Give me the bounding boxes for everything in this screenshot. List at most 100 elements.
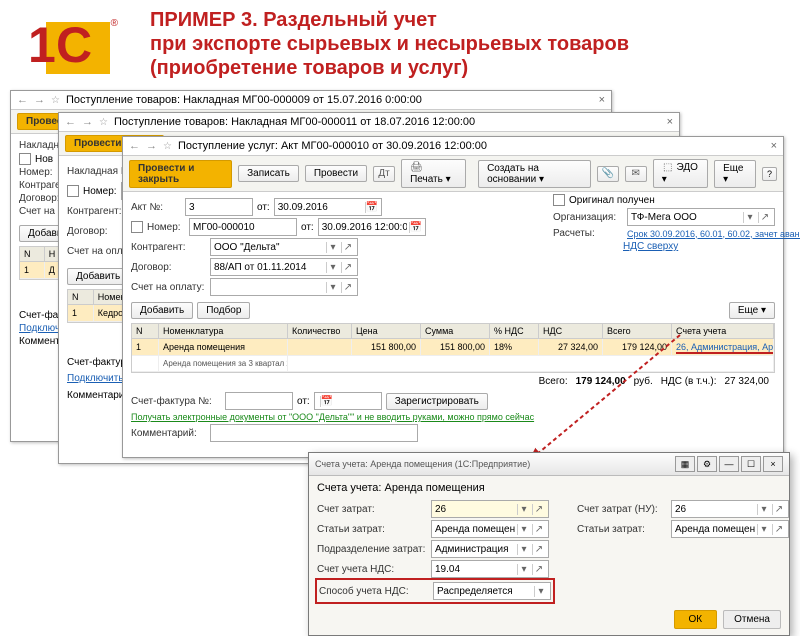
label: от: xyxy=(257,202,270,213)
star-icon[interactable]: ☆ xyxy=(51,95,60,106)
pick-button[interactable]: Подбор xyxy=(197,302,250,319)
edo-button[interactable]: ⬚ ЭДО ▾ xyxy=(653,159,708,188)
cell-pctnds: 18% xyxy=(490,339,539,355)
edo-promo-link[interactable]: Получать электронные документы от "ООО "… xyxy=(131,412,534,422)
number-field[interactable]: МГ00-000010 xyxy=(189,218,297,236)
nav-back-icon[interactable]: ← xyxy=(17,94,28,106)
number-date-field[interactable]: 30.09.2016 12:00:00📅 xyxy=(318,218,426,236)
cost-item-nu-field[interactable]: Аренда помещения▾↗ xyxy=(671,520,789,538)
calendar-icon[interactable]: 📅 xyxy=(365,202,378,213)
dropdown-icon[interactable]: ▾ xyxy=(326,282,339,293)
dropdown-icon[interactable]: ▾ xyxy=(743,212,756,223)
cost-account-nu-field[interactable]: 26▾↗ xyxy=(671,500,789,518)
sf-date-field[interactable]: 📅 xyxy=(314,392,382,410)
star-icon[interactable]: ☆ xyxy=(99,117,108,128)
table-row[interactable]: Аренда помещения за 3 квартал 2016 xyxy=(132,356,774,372)
dropdown-icon[interactable]: ▾ xyxy=(326,242,339,253)
mail-button[interactable]: ✉ xyxy=(625,166,647,182)
label: Подразделение затрат: xyxy=(317,544,427,555)
cell[interactable]: 1 xyxy=(20,262,45,278)
checkbox[interactable] xyxy=(67,185,79,197)
star-icon[interactable]: ☆ xyxy=(163,141,172,152)
act-no-field[interactable]: 3 xyxy=(185,198,253,216)
open-icon[interactable]: ↗ xyxy=(341,262,354,273)
minimize-icon[interactable]: — xyxy=(719,456,739,472)
vat-value: 27 324,00 xyxy=(725,376,770,387)
invoice-field[interactable]: ▾↗ xyxy=(210,278,358,296)
checkbox[interactable] xyxy=(19,153,31,165)
org-field[interactable]: ТФ-Мега ООО▾↗ xyxy=(627,208,775,226)
checkbox[interactable] xyxy=(131,221,143,233)
department-field[interactable]: Администрация▾↗ xyxy=(431,540,549,558)
add-button[interactable]: Добавить xyxy=(131,302,193,319)
cell-nom-desc: Аренда помещения за 3 квартал 2016 xyxy=(159,356,288,371)
original-checkbox[interactable] xyxy=(553,194,565,206)
nav-back-icon[interactable]: ← xyxy=(65,116,76,128)
cell-price: 151 800,00 xyxy=(352,339,421,355)
sf-no-field[interactable] xyxy=(225,392,293,410)
vat-account-field[interactable]: 19.04▾↗ xyxy=(431,560,549,578)
label: Счет затрат (НУ): xyxy=(577,504,667,515)
label: Статьи затрат: xyxy=(317,524,427,535)
nav-fwd-icon[interactable]: → xyxy=(34,94,45,106)
calendar-icon[interactable]: 📅 xyxy=(320,396,333,407)
help-button[interactable]: ? xyxy=(762,167,777,181)
table-row[interactable]: 1 Аренда помещения 151 800,00 151 800,00… xyxy=(132,339,774,356)
attach-button[interactable]: 📎 xyxy=(597,166,619,182)
popup-heading: Счета учета: Аренда помещения xyxy=(317,482,781,494)
create-basis-button[interactable]: Создать на основании ▾ xyxy=(478,160,591,188)
settlements-link[interactable]: Срок 30.09.2016, 60.01, 60.02, зачет ава… xyxy=(627,229,800,239)
col-nomenclature: Номенклатура xyxy=(159,324,288,338)
cost-account-field[interactable]: 26▾↗ xyxy=(431,500,549,518)
more-button[interactable]: Еще ▾ xyxy=(714,160,756,188)
open-icon[interactable]: ↗ xyxy=(341,242,354,253)
nav-fwd-icon[interactable]: → xyxy=(82,116,93,128)
label: Счет на оплату: xyxy=(131,282,206,293)
close-icon[interactable]: × xyxy=(763,456,783,472)
col-pctnds: % НДС xyxy=(490,324,539,338)
open-icon[interactable]: ↗ xyxy=(758,212,771,223)
close-icon[interactable]: × xyxy=(599,94,605,106)
label: Способ учета НДС: xyxy=(319,586,429,597)
vat-on-top-link[interactable]: НДС сверху xyxy=(623,241,678,252)
open-icon[interactable]: ↗ xyxy=(341,282,354,293)
close-icon[interactable]: × xyxy=(771,140,777,152)
tool-icon[interactable]: ⚙ xyxy=(697,456,717,472)
label: от: xyxy=(301,222,314,233)
label: Счет учета НДС: xyxy=(317,564,427,575)
save-button[interactable]: Записать xyxy=(238,165,299,182)
calendar-icon[interactable]: 📅 xyxy=(409,222,422,233)
mail-icon: ✉ xyxy=(630,168,642,180)
cell-nds: 27 324,00 xyxy=(539,339,603,355)
add-button[interactable]: Добавить xyxy=(67,268,129,285)
comment-field[interactable] xyxy=(210,424,418,442)
act-date-field[interactable]: 30.09.2016📅 xyxy=(274,198,382,216)
cost-item-field[interactable]: Аренда помещения▾↗ xyxy=(431,520,549,538)
nav-fwd-icon[interactable]: → xyxy=(146,140,157,152)
label: Счет-фактура №: xyxy=(131,396,221,407)
label: НДС (в т.ч.): xyxy=(661,376,717,387)
calc-icon[interactable]: ▦ xyxy=(675,456,695,472)
maximize-icon[interactable]: ☐ xyxy=(741,456,761,472)
post-close-button[interactable]: Провести и закрыть xyxy=(129,160,232,188)
contract-field[interactable]: 88/АП от 01.11.2014▾↗ xyxy=(210,258,358,276)
counterparty-field[interactable]: ООО "Дельта"▾↗ xyxy=(210,238,358,256)
cancel-button[interactable]: Отмена xyxy=(723,610,781,629)
cell[interactable]: 1 xyxy=(68,305,94,321)
nav-back-icon[interactable]: ← xyxy=(129,140,140,152)
dtkt-icon: Дт xyxy=(378,168,390,180)
label: Статьи затрат: xyxy=(577,524,667,535)
dt-kt-button[interactable]: Дт xyxy=(373,166,395,182)
dropdown-icon[interactable]: ▾ xyxy=(326,262,339,273)
register-sf-button[interactable]: Зарегистрировать xyxy=(386,393,488,410)
post-button[interactable]: Провести xyxy=(305,165,367,182)
label: Комментарий: xyxy=(131,428,206,439)
vat-method-field[interactable]: Распределяется▾ xyxy=(433,582,551,600)
print-button[interactable]: 🖨 Печать ▾ xyxy=(401,159,466,188)
ok-button[interactable]: ОК xyxy=(674,610,718,629)
close-icon[interactable]: × xyxy=(667,116,673,128)
cell-accounts[interactable]: 26, Администрация, Аренд… xyxy=(672,339,774,355)
more-button[interactable]: Еще ▾ xyxy=(729,302,775,319)
label: Номер: xyxy=(83,186,117,197)
label: Организация: xyxy=(553,212,623,223)
